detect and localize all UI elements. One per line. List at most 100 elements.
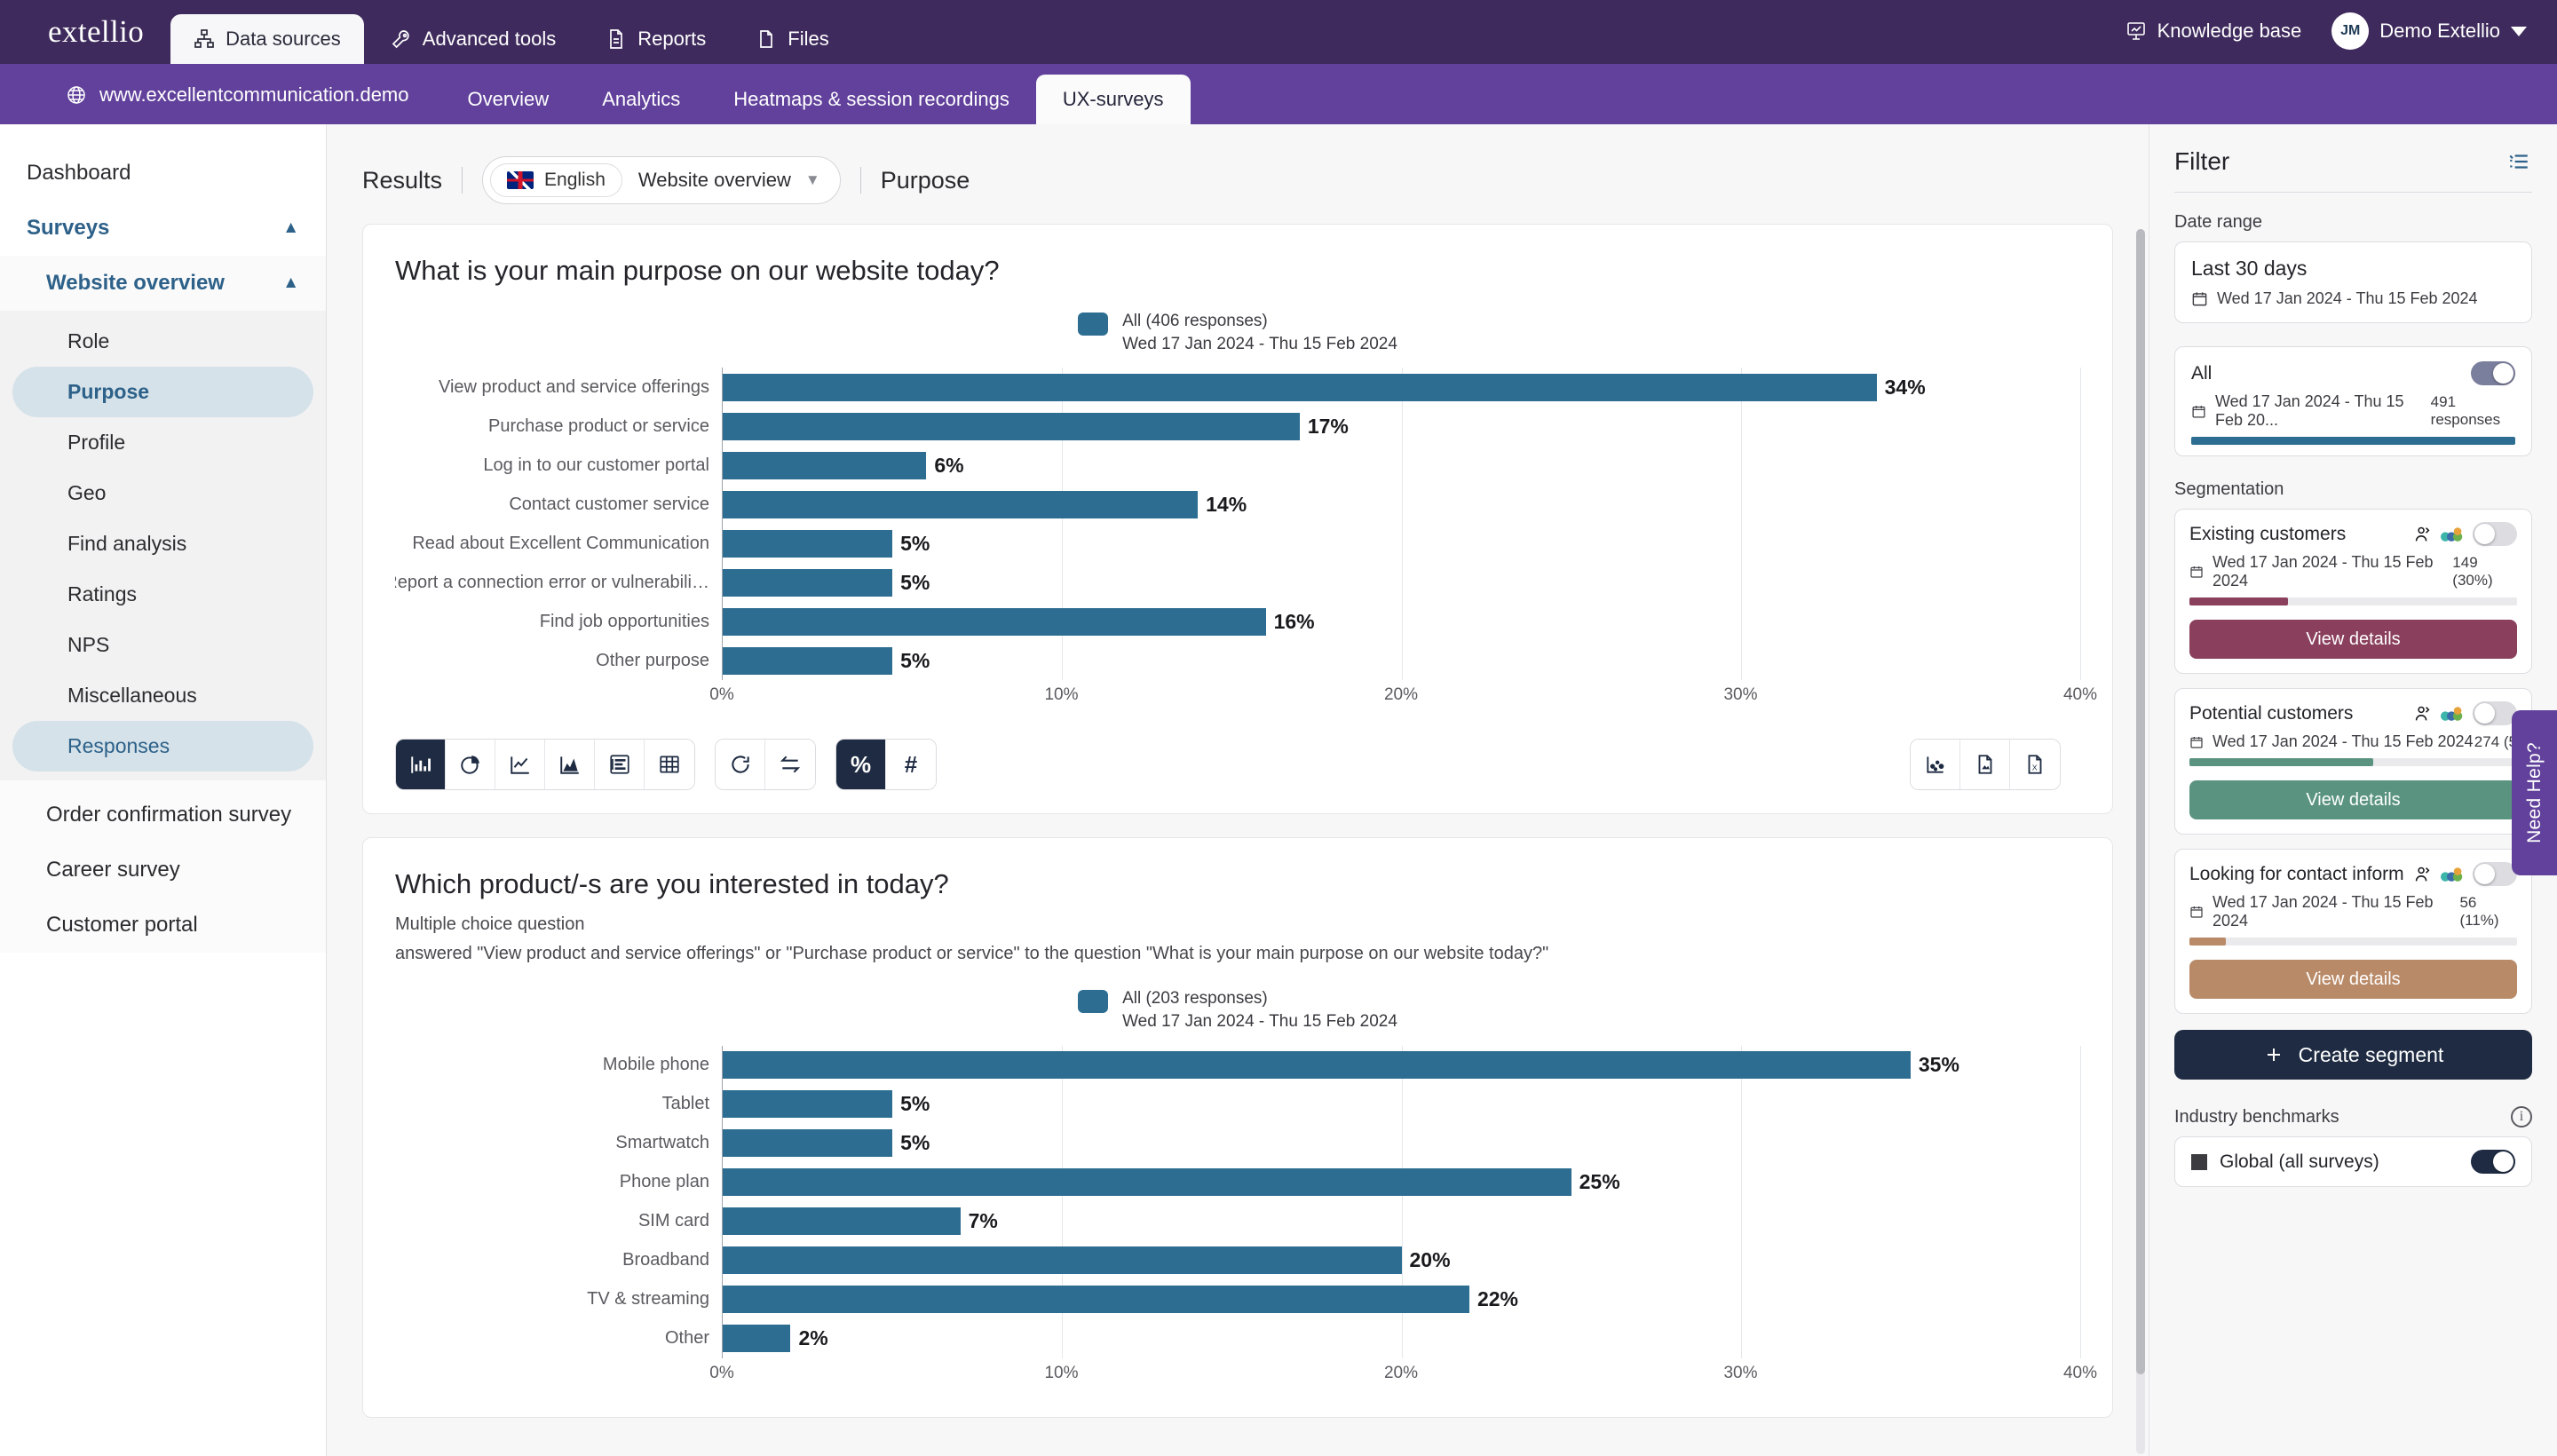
bar-row[interactable]: 2%: [723, 1319, 2080, 1358]
bar[interactable]: [723, 1168, 1571, 1196]
site-url-selector[interactable]: www.excellentcommunication.demo: [30, 83, 441, 124]
sidebar-group-surveys[interactable]: Surveys ▲: [0, 201, 326, 256]
sidebar-item-career-survey[interactable]: Career survey: [0, 843, 326, 898]
bar-row[interactable]: 20%: [723, 1241, 2080, 1280]
survey-language-selector[interactable]: English Website overview ▼: [482, 156, 841, 204]
segment-dates: Wed 17 Jan 2024 - Thu 15 Feb 2024: [2213, 553, 2434, 590]
swap-icon[interactable]: [765, 740, 815, 790]
top-nav-item-reports[interactable]: Reports: [582, 14, 729, 64]
bar-row[interactable]: 6%: [723, 446, 2080, 485]
bar-row[interactable]: 5%: [723, 1124, 2080, 1163]
app-logo[interactable]: extellio: [30, 14, 170, 64]
scrollbar-thumb[interactable]: [2136, 229, 2145, 1374]
bar-row[interactable]: 14%: [723, 485, 2080, 524]
bar-row[interactable]: 16%: [723, 602, 2080, 641]
scatter-export-icon[interactable]: [1911, 740, 1960, 790]
user-menu[interactable]: JM Demo Extellio: [2331, 12, 2527, 50]
bar-row[interactable]: 17%: [723, 407, 2080, 446]
excel-export-icon[interactable]: X: [2010, 740, 2060, 790]
refresh-icon[interactable]: [716, 740, 765, 790]
bar-row[interactable]: 35%: [723, 1046, 2080, 1085]
pie-chart-icon[interactable]: [446, 740, 495, 790]
sidebar-group-website-overview[interactable]: Website overview ▲: [0, 256, 326, 311]
bar[interactable]: [723, 1246, 1402, 1274]
top-nav-label: Files: [788, 28, 829, 50]
bar-row[interactable]: 5%: [723, 1085, 2080, 1124]
sub-tab-analytics[interactable]: Analytics: [575, 75, 707, 124]
sidebar-item-profile[interactable]: Profile: [12, 417, 313, 468]
sidebar-item-find-analysis[interactable]: Find analysis: [12, 518, 313, 569]
user-group-icon[interactable]: [2412, 525, 2432, 544]
info-icon[interactable]: i: [2511, 1106, 2532, 1128]
percent-icon[interactable]: %: [836, 740, 886, 790]
bar-row[interactable]: 25%: [723, 1163, 2080, 1202]
filter-list-icon[interactable]: [2506, 150, 2532, 173]
bar[interactable]: [723, 373, 1877, 401]
segment-toggle[interactable]: [2473, 701, 2517, 725]
benchmark-toggle[interactable]: [2471, 1150, 2515, 1174]
bar-chart-icon[interactable]: [396, 740, 446, 790]
bar-row[interactable]: 5%: [723, 641, 2080, 680]
bar[interactable]: [723, 1090, 893, 1118]
sub-tab-ux-surveys[interactable]: UX-surveys: [1035, 75, 1191, 124]
image-export-icon[interactable]: [1960, 740, 2010, 790]
language-chip[interactable]: English: [490, 163, 622, 197]
sidebar-item-geo[interactable]: Geo: [12, 468, 313, 518]
area-chart-icon[interactable]: [545, 740, 595, 790]
segment-chart-icon[interactable]: [2441, 706, 2464, 722]
results-scroll-area[interactable]: What is your main purpose on our website…: [327, 224, 2149, 1456]
view-details-button[interactable]: View details: [2189, 620, 2517, 659]
bar[interactable]: [723, 607, 1266, 636]
view-details-button[interactable]: View details: [2189, 960, 2517, 999]
bar-row[interactable]: 7%: [723, 1202, 2080, 1241]
bar[interactable]: [723, 568, 893, 597]
date-range-box[interactable]: Last 30 days Wed 17 Jan 2024 - Thu 15 Fe…: [2174, 241, 2532, 323]
bar-row[interactable]: 5%: [723, 563, 2080, 602]
bar[interactable]: [723, 646, 893, 675]
sidebar-item-nps[interactable]: NPS: [12, 620, 313, 670]
segment-toggle[interactable]: [2473, 862, 2517, 886]
bar[interactable]: [723, 490, 1199, 518]
view-details-button[interactable]: View details: [2189, 780, 2517, 819]
table-view-icon[interactable]: [645, 740, 694, 790]
sidebar-item-miscellaneous[interactable]: Miscellaneous: [12, 670, 313, 721]
hash-icon[interactable]: #: [886, 740, 936, 790]
bar[interactable]: [723, 1325, 791, 1352]
sub-tab-overview[interactable]: Overview: [441, 75, 576, 124]
segment-chart-icon[interactable]: [2441, 526, 2464, 542]
create-segment-button[interactable]: Create segment: [2174, 1030, 2532, 1080]
bar[interactable]: [723, 529, 893, 558]
survey-name-label: Website overview: [637, 169, 791, 191]
top-nav-item-files[interactable]: Files: [732, 14, 851, 64]
all-segment-toggle[interactable]: [2471, 361, 2515, 385]
sidebar-item-responses[interactable]: Responses: [12, 721, 313, 772]
main-scrollbar[interactable]: [2136, 229, 2145, 1454]
bar[interactable]: [723, 412, 1300, 440]
top-nav-item-advanced-tools[interactable]: Advanced tools: [368, 14, 579, 64]
sidebar-item-role[interactable]: Role: [12, 316, 313, 367]
sub-tab-heatmaps[interactable]: Heatmaps & session recordings: [707, 75, 1036, 124]
top-nav-item-data-sources[interactable]: Data sources: [170, 14, 364, 64]
sidebar-item-order-confirmation-survey[interactable]: Order confirmation survey: [0, 787, 326, 843]
sidebar-item-purpose[interactable]: Purpose: [12, 367, 313, 417]
bar-row[interactable]: 34%: [723, 368, 2080, 407]
knowledge-base-button[interactable]: Knowledge base: [2126, 20, 2301, 43]
list-view-icon[interactable]: [595, 740, 645, 790]
sidebar-item-ratings[interactable]: Ratings: [12, 569, 313, 620]
line-chart-icon[interactable]: [495, 740, 545, 790]
bar[interactable]: [723, 1207, 961, 1235]
user-group-icon[interactable]: [2412, 704, 2432, 724]
need-help-tab[interactable]: Need Help?: [2512, 710, 2557, 875]
bar-row[interactable]: 22%: [723, 1280, 2080, 1319]
bar-value-label: 2%: [798, 1326, 828, 1350]
segment-chart-icon[interactable]: [2441, 866, 2464, 882]
bar[interactable]: [723, 1051, 1911, 1079]
user-group-icon[interactable]: [2412, 865, 2432, 884]
sidebar-item-dashboard[interactable]: Dashboard: [0, 146, 326, 201]
sidebar-item-customer-portal[interactable]: Customer portal: [0, 898, 326, 953]
bar[interactable]: [723, 1286, 1469, 1313]
bar-row[interactable]: 5%: [723, 524, 2080, 563]
bar[interactable]: [723, 451, 927, 479]
bar[interactable]: [723, 1129, 893, 1157]
segment-toggle[interactable]: [2473, 522, 2517, 546]
